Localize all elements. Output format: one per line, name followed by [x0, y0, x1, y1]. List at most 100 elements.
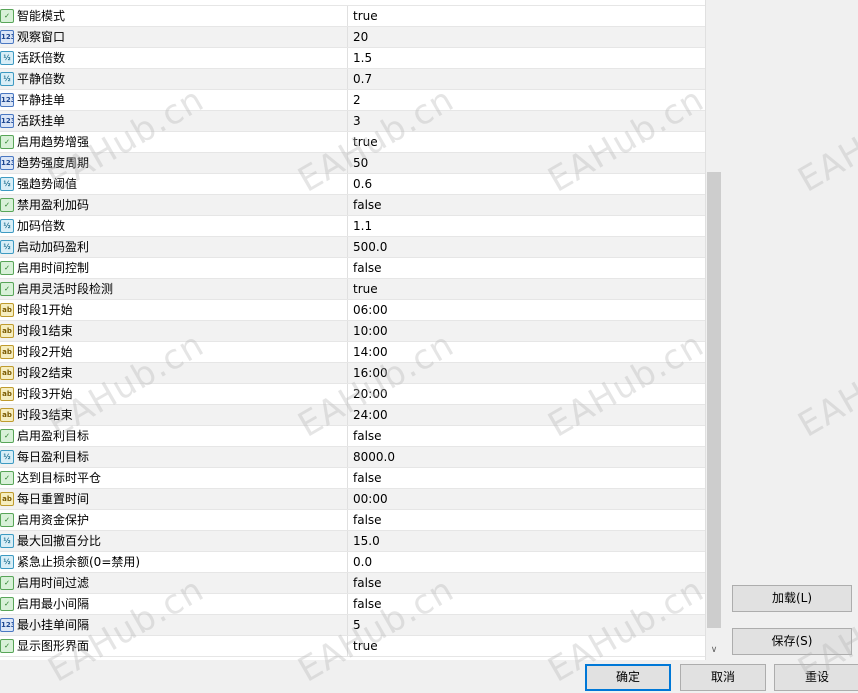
parameter-value[interactable]: 500.0 [353, 237, 387, 257]
bool-type-icon: ✓ [0, 639, 14, 653]
reset-button[interactable]: 重设 [774, 664, 858, 691]
parameter-name-cell: ✓ 达到目标时平仓 [0, 468, 348, 488]
parameter-row[interactable]: ✓ 达到目标时平仓 false [0, 468, 705, 489]
parameter-row[interactable]: ½ 启动加码盈利 500.0 [0, 237, 705, 258]
parameter-row[interactable]: 123活跃挂单3 [0, 111, 705, 132]
parameter-value[interactable]: false [353, 426, 382, 446]
parameter-value[interactable]: false [353, 510, 382, 530]
dbl-type-icon: ½ [0, 555, 14, 569]
parameter-value[interactable]: false [353, 468, 382, 488]
parameter-value[interactable]: 20:00 [353, 384, 388, 404]
parameter-row[interactable]: ✓ 启用最小间隔 false [0, 594, 705, 615]
parameter-row[interactable]: ✓ 禁用盈利加码 false [0, 195, 705, 216]
parameter-row[interactable]: ✓ 启用时间过滤 false [0, 573, 705, 594]
parameter-row[interactable]: ✓ 启用资金保护 false [0, 510, 705, 531]
bool-type-icon: ✓ [0, 597, 14, 611]
parameter-row[interactable]: ✓ 显示图形界面 true [0, 636, 705, 657]
parameter-value[interactable]: 5 [353, 615, 361, 635]
parameter-row[interactable]: ½ 活跃倍数 1.5 [0, 48, 705, 69]
parameter-name: 趋势强度周期 [17, 156, 90, 170]
parameter-row[interactable]: ½ 每日盈利目标 8000.0 [0, 447, 705, 468]
parameter-name-cell: ab 时段1开始 [0, 300, 348, 320]
parameter-value[interactable]: 14:00 [353, 342, 388, 362]
parameter-value[interactable]: true [353, 6, 378, 26]
parameter-row[interactable]: ab 时段2开始 14:00 [0, 342, 705, 363]
vertical-scrollbar[interactable]: ∨ [705, 0, 722, 660]
parameter-value[interactable]: 24:00 [353, 405, 388, 425]
parameter-row[interactable]: ½ 加码倍数 1.1 [0, 216, 705, 237]
parameter-row[interactable]: ab 时段2结束 16:00 [0, 363, 705, 384]
parameter-value[interactable]: false [353, 258, 382, 278]
parameter-name-cell: 123活跃挂单 [0, 111, 348, 131]
parameter-value[interactable]: 50 [353, 153, 368, 173]
bool-type-icon: ✓ [0, 471, 14, 485]
parameter-name: 时段2开始 [17, 345, 73, 359]
parameter-row[interactable]: ✓ 启用时间控制 false [0, 258, 705, 279]
parameter-value[interactable]: true [353, 279, 378, 299]
parameter-name: 启用资金保护 [17, 513, 90, 527]
parameter-value[interactable]: 8000.0 [353, 447, 395, 467]
parameter-row[interactable]: 123观察窗口20 [0, 27, 705, 48]
parameter-row[interactable]: ½ 紧急止损余额(0=禁用) 0.0 [0, 552, 705, 573]
parameter-value[interactable]: true [353, 132, 378, 152]
parameter-value[interactable]: 2 [353, 90, 361, 110]
ok-button[interactable]: 确定 [585, 664, 671, 691]
parameter-row[interactable]: ½ 最大回撤百分比 15.0 [0, 531, 705, 552]
parameter-value[interactable]: 00:00 [353, 489, 388, 509]
parameter-row[interactable]: ✓ 启用灵活时段检测 true [0, 279, 705, 300]
scroll-down-arrow-icon[interactable]: ∨ [706, 642, 722, 658]
parameter-row[interactable]: ab 每日重置时间 00:00 [0, 489, 705, 510]
bool-type-icon: ✓ [0, 198, 14, 212]
parameter-name-cell: ✓ 禁用盈利加码 [0, 195, 348, 215]
parameter-value[interactable]: 16:00 [353, 363, 388, 383]
parameter-row[interactable]: 123平静挂单2 [0, 90, 705, 111]
parameter-row[interactable]: ✓ 启用盈利目标 false [0, 426, 705, 447]
parameter-name-cell: 123观察窗口 [0, 27, 348, 47]
load-button[interactable]: 加载(L) [732, 585, 852, 612]
parameter-name-cell: ab 时段1结束 [0, 321, 348, 341]
parameter-value[interactable]: 1.5 [353, 48, 372, 68]
parameter-value[interactable]: 0.7 [353, 69, 372, 89]
parameter-name-cell: ✓ 启用最小间隔 [0, 594, 348, 614]
parameter-row[interactable]: ab 时段1开始 06:00 [0, 300, 705, 321]
parameter-name: 启动加码盈利 [17, 240, 90, 254]
parameter-row[interactable]: ab 时段1结束 10:00 [0, 321, 705, 342]
parameter-value[interactable]: 0.6 [353, 174, 372, 194]
parameter-value[interactable]: 0.0 [353, 552, 372, 572]
parameter-row[interactable]: ½ 平静倍数 0.7 [0, 69, 705, 90]
int-type-icon: 123 [0, 618, 14, 632]
parameter-row[interactable]: ✓ 智能模式 true [0, 6, 705, 27]
save-button[interactable]: 保存(S) [732, 628, 852, 655]
parameter-row[interactable]: 123趋势强度周期50 [0, 153, 705, 174]
parameter-name: 显示图形界面 [17, 639, 90, 653]
str-type-icon: ab [0, 492, 14, 506]
parameter-value[interactable]: 20 [353, 27, 368, 47]
dbl-type-icon: ½ [0, 177, 14, 191]
parameter-row[interactable]: ab 时段3结束 24:00 [0, 405, 705, 426]
parameter-name-cell: ab 时段2结束 [0, 363, 348, 383]
parameter-value[interactable]: 1.1 [353, 216, 372, 236]
parameter-name-cell: ✓ 启用趋势增强 [0, 132, 348, 152]
parameter-value[interactable]: 15.0 [353, 531, 380, 551]
parameter-row[interactable]: ✓ 启用趋势增强 true [0, 132, 705, 153]
parameter-name: 禁用盈利加码 [17, 198, 90, 212]
cancel-button[interactable]: 取消 [680, 664, 766, 691]
parameter-value[interactable]: false [353, 573, 382, 593]
parameter-value[interactable]: false [353, 594, 382, 614]
parameter-name: 时段1结束 [17, 324, 73, 338]
parameter-value[interactable]: 3 [353, 111, 361, 131]
parameter-row[interactable]: ½ 强趋势阈值 0.6 [0, 174, 705, 195]
parameter-row[interactable]: 123最小挂单间隔 5 [0, 615, 705, 636]
parameter-name: 达到目标时平仓 [17, 471, 102, 485]
dbl-type-icon: ½ [0, 534, 14, 548]
str-type-icon: ab [0, 366, 14, 380]
bool-type-icon: ✓ [0, 282, 14, 296]
parameter-value[interactable]: 06:00 [353, 300, 388, 320]
parameter-value[interactable]: true [353, 636, 378, 656]
parameter-row[interactable]: ab 时段3开始 20:00 [0, 384, 705, 405]
parameter-name: 最小挂单间隔 [17, 618, 90, 632]
parameter-name-cell: ab 时段3结束 [0, 405, 348, 425]
parameter-value[interactable]: false [353, 195, 382, 215]
parameter-value[interactable]: 10:00 [353, 321, 388, 341]
scrollbar-thumb[interactable] [707, 172, 721, 628]
